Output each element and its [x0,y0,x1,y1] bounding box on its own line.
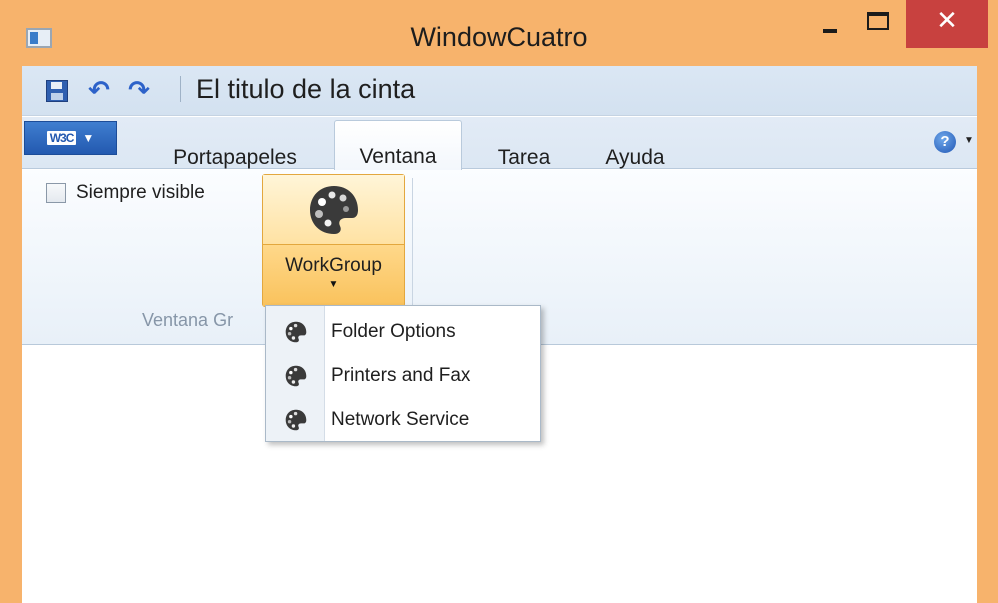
workgroup-button-dropdown[interactable]: WorkGroup ▼ [263,245,404,306]
menu-item-label: Folder Options [331,321,456,342]
tab-portapapeles[interactable]: Portapapeles [150,132,320,170]
tab-ventana[interactable]: Ventana [334,120,462,170]
palette-icon [266,320,325,344]
close-icon: ✕ [936,6,958,36]
checkbox-box[interactable] [46,183,66,203]
workgroup-button-top[interactable] [263,175,404,245]
menu-item-label: Printers and Fax [331,365,471,386]
quick-access-toolbar: ↶ ↷ El titulo de la cinta [22,66,977,116]
chevron-down-icon: ▼ [82,131,95,145]
chevron-down-icon: ▼ [328,279,339,290]
checkbox-label: Siempre visible [76,182,205,203]
workgroup-dropdown-menu: Folder Options Printers and Fax Network … [265,305,541,442]
siempre-visible-checkbox[interactable]: Siempre visible [46,182,205,204]
toolbar-separator [180,76,181,102]
undo-button[interactable]: ↶ [86,76,112,106]
window-frame: WindowCuatro ✕ ↶ ↷ El titulo de la cinta [0,0,998,603]
ribbon-title: El titulo de la cinta [196,74,416,104]
window-client-area: ↶ ↷ El titulo de la cinta W3C ▼ Portapap… [22,66,977,603]
workgroup-split-button[interactable]: WorkGroup ▼ [262,174,405,307]
close-button[interactable]: ✕ [906,0,988,48]
menu-item-label: Network Service [331,409,470,430]
redo-icon: ↷ [128,76,150,106]
palette-icon [309,185,358,234]
application-menu-button[interactable]: W3C ▼ [24,121,117,155]
help-icon[interactable]: ? [934,131,956,153]
tab-tarea[interactable]: Tarea [484,132,564,170]
menu-item-printers-and-fax[interactable]: Printers and Fax [266,354,540,398]
minimize-icon [823,29,837,33]
save-icon [46,80,68,102]
undo-icon: ↶ [88,76,110,106]
workgroup-label: WorkGroup [285,255,382,276]
save-button[interactable] [44,78,70,104]
ribbon-group-label: Ventana Gr [142,310,234,330]
menu-item-folder-options[interactable]: Folder Options [266,310,540,354]
redo-button[interactable]: ↷ [126,76,152,106]
help-menu-chevron-icon[interactable]: ▼ [964,135,974,146]
maximize-icon [867,12,889,30]
w3c-logo-icon: W3C [46,131,77,145]
title-bar[interactable]: WindowCuatro ✕ [0,0,998,66]
minimize-button[interactable] [808,0,852,48]
menu-item-network-service[interactable]: Network Service [266,398,540,442]
ribbon-tab-row: W3C ▼ Portapapeles Ventana Tarea Ayuda ?… [22,117,977,170]
maximize-button[interactable] [856,0,900,48]
palette-icon [266,364,325,388]
palette-icon [266,408,325,432]
tab-ayuda[interactable]: Ayuda [590,132,680,170]
